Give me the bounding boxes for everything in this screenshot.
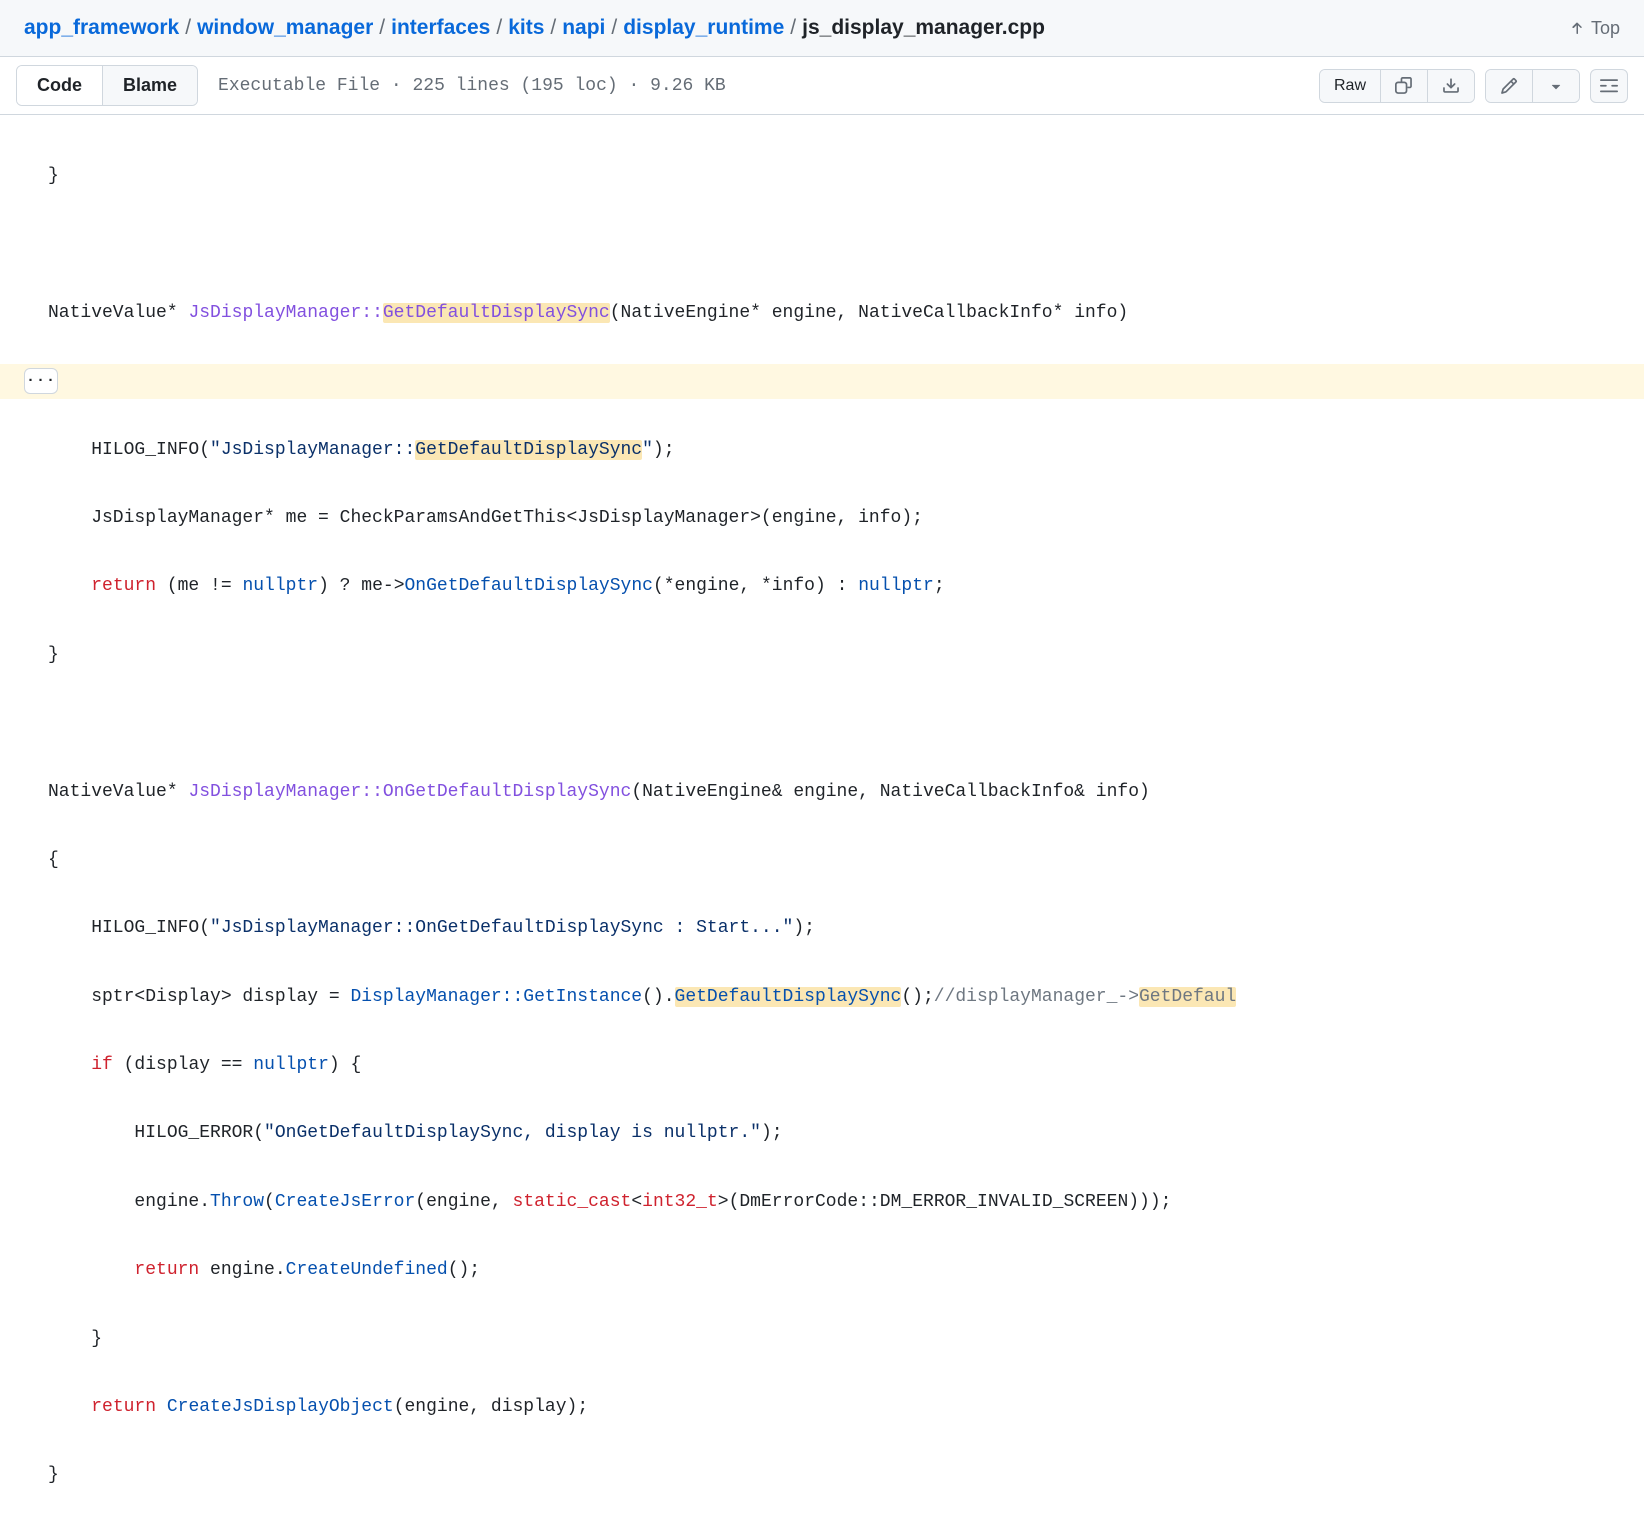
code-line: HILOG_INFO("JsDisplayManager::GetDefault… bbox=[0, 433, 1644, 467]
code-line bbox=[0, 228, 1644, 262]
crumb-sep: / bbox=[496, 16, 502, 40]
crumb-app-framework[interactable]: app_framework bbox=[24, 16, 179, 40]
pencil-icon bbox=[1500, 77, 1518, 95]
code-line: engine.Throw(CreateJsError(engine, stati… bbox=[0, 1185, 1644, 1219]
edit-button-group bbox=[1485, 69, 1580, 103]
tab-blame[interactable]: Blame bbox=[102, 66, 197, 105]
code-line-highlighted: {··· bbox=[0, 364, 1644, 398]
code-line: HILOG_INFO("JsDisplayManager::OnGetDefau… bbox=[0, 911, 1644, 945]
code-line: } bbox=[0, 1458, 1644, 1492]
crumb-kits[interactable]: kits bbox=[508, 16, 544, 40]
expand-context-button[interactable]: ··· bbox=[24, 368, 58, 394]
crumb-sep: / bbox=[611, 16, 617, 40]
crumb-sep: / bbox=[790, 16, 796, 40]
download-icon bbox=[1442, 77, 1460, 95]
copy-icon bbox=[1395, 77, 1413, 95]
edit-menu-button[interactable] bbox=[1532, 70, 1579, 102]
download-button[interactable] bbox=[1427, 70, 1474, 102]
crumb-display-runtime[interactable]: display_runtime bbox=[623, 16, 784, 40]
breadcrumb: app_framework / window_manager / interfa… bbox=[24, 16, 1045, 40]
file-toolbar: Code Blame Executable File · 225 lines (… bbox=[0, 57, 1644, 115]
crumb-napi[interactable]: napi bbox=[562, 16, 605, 40]
crumb-interfaces[interactable]: interfaces bbox=[391, 16, 490, 40]
crumb-sep: / bbox=[550, 16, 556, 40]
code-line: { bbox=[0, 843, 1644, 877]
tab-code[interactable]: Code bbox=[17, 66, 102, 105]
crumb-sep: / bbox=[379, 16, 385, 40]
top-label: Top bbox=[1591, 18, 1620, 39]
code-line: NativeValue* JsDisplayManager::OnGetDefa… bbox=[0, 775, 1644, 809]
breadcrumb-bar: app_framework / window_manager / interfa… bbox=[0, 0, 1644, 57]
code-line: return (me != nullptr) ? me->OnGetDefaul… bbox=[0, 569, 1644, 603]
symbols-icon bbox=[1600, 77, 1618, 95]
code-line: HILOG_ERROR("OnGetDefaultDisplaySync, di… bbox=[0, 1116, 1644, 1150]
crumb-window-manager[interactable]: window_manager bbox=[197, 16, 373, 40]
scroll-to-top-button[interactable]: Top bbox=[1569, 18, 1620, 39]
view-tabs: Code Blame bbox=[16, 65, 198, 106]
crumb-current-file: js_display_manager.cpp bbox=[802, 16, 1045, 40]
code-line: sptr<Display> display = DisplayManager::… bbox=[0, 980, 1644, 1014]
raw-button[interactable]: Raw bbox=[1320, 70, 1380, 102]
code-line: } bbox=[0, 638, 1644, 672]
raw-button-group: Raw bbox=[1319, 69, 1475, 103]
code-line: if (display == nullptr) { bbox=[0, 1048, 1644, 1082]
edit-button[interactable] bbox=[1486, 70, 1532, 102]
code-viewer[interactable]: } NativeValue* JsDisplayManager::GetDefa… bbox=[0, 115, 1644, 1537]
code-line: } bbox=[0, 1322, 1644, 1356]
code-line: NativeValue* JsDisplayManager::GetDefaul… bbox=[0, 296, 1644, 330]
crumb-sep: / bbox=[185, 16, 191, 40]
file-info: Executable File · 225 lines (195 loc) · … bbox=[218, 76, 726, 96]
code-line: return engine.CreateUndefined(); bbox=[0, 1253, 1644, 1287]
code-line: } bbox=[0, 159, 1644, 193]
code-line: JsDisplayManager* me = CheckParamsAndGet… bbox=[0, 501, 1644, 535]
code-line: return CreateJsDisplayObject(engine, dis… bbox=[0, 1390, 1644, 1424]
triangle-down-icon bbox=[1547, 77, 1565, 95]
arrow-up-icon bbox=[1569, 20, 1585, 36]
symbols-button[interactable] bbox=[1590, 69, 1628, 103]
copy-button[interactable] bbox=[1380, 70, 1427, 102]
code-line bbox=[0, 706, 1644, 740]
